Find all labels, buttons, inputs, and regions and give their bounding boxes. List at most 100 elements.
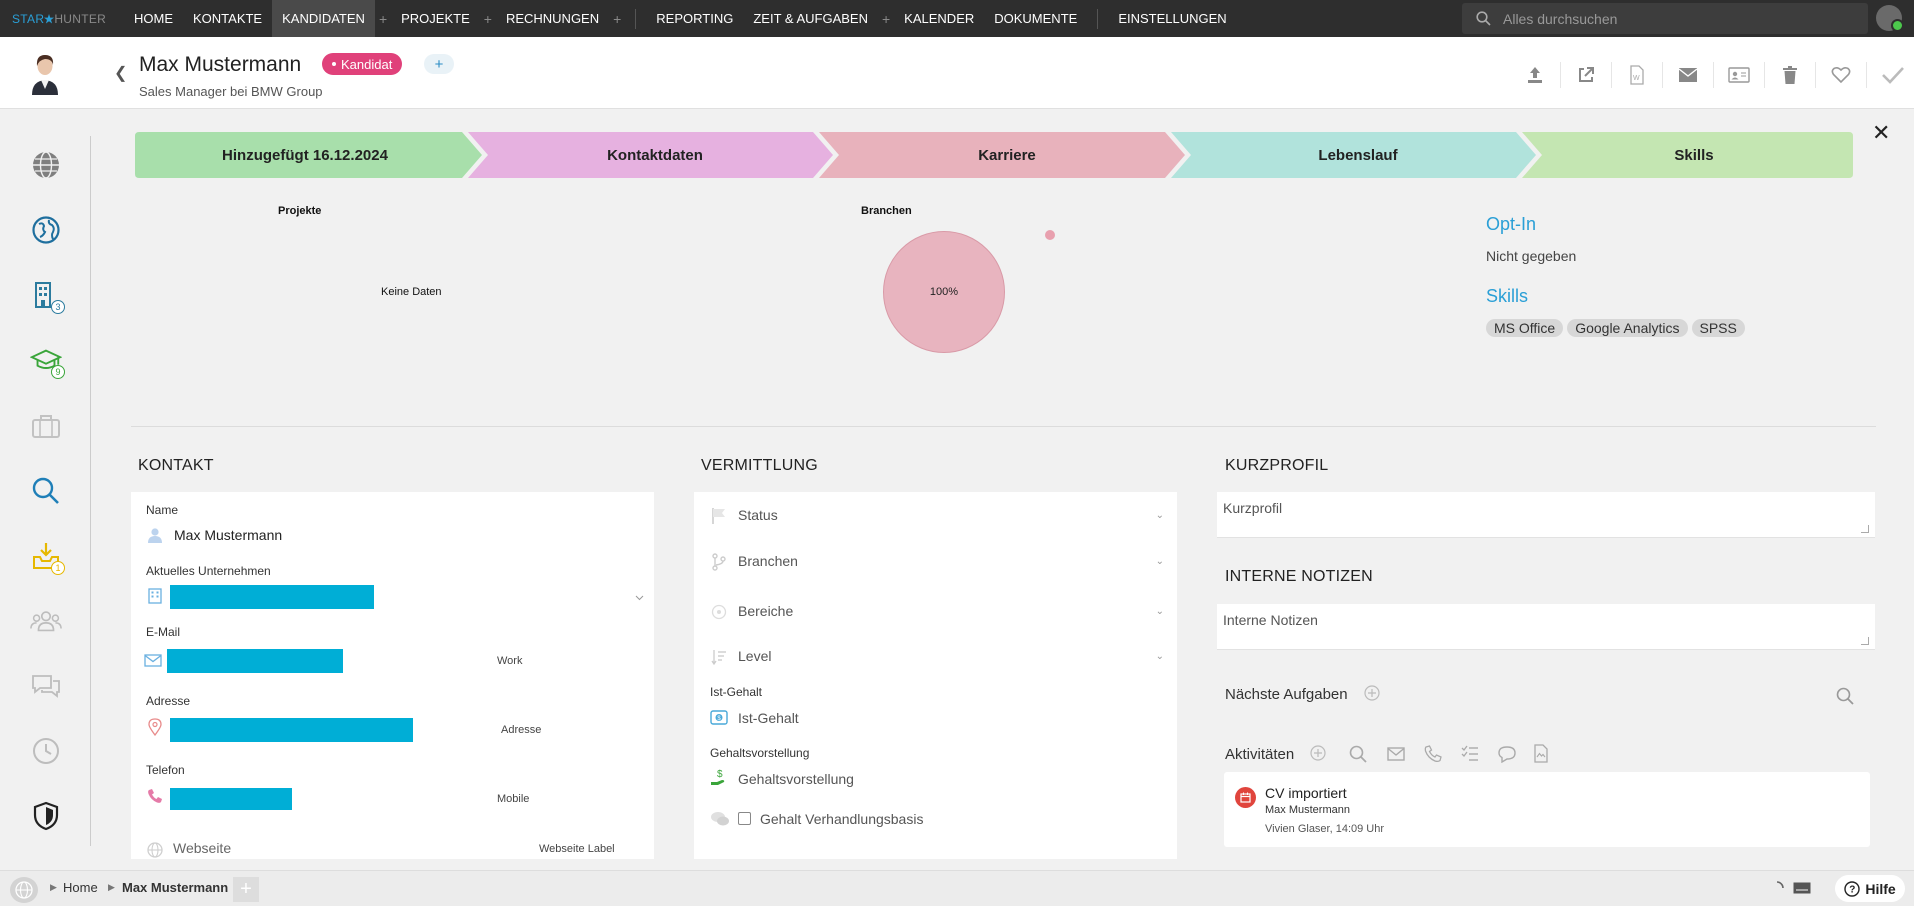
gehaltsvorstellung-label: Gehaltsvorstellung xyxy=(710,746,810,760)
email-value-redacted[interactable] xyxy=(167,649,343,673)
nav-rechnungen[interactable]: RECHNUNGEN xyxy=(496,0,609,37)
nav-kandidaten-add-icon[interactable]: + xyxy=(375,0,391,37)
upload-icon[interactable] xyxy=(1510,62,1561,88)
user-avatar[interactable] xyxy=(1876,5,1904,32)
verhandlungsbasis-checkbox[interactable] xyxy=(738,812,751,825)
nav-reporting[interactable]: REPORTING xyxy=(646,0,743,37)
company-value-redacted[interactable] xyxy=(170,585,374,609)
add-tag-button[interactable]: + xyxy=(424,54,454,74)
website-type[interactable]: Webseite Label xyxy=(539,843,615,855)
nav-divider xyxy=(635,8,637,29)
contact-card-icon[interactable] xyxy=(1714,62,1765,88)
document-activity-icon[interactable] xyxy=(1533,744,1549,763)
call-activity-icon[interactable] xyxy=(1424,745,1442,763)
heart-icon[interactable] xyxy=(1816,62,1867,88)
kurzprofil-textarea[interactable]: Kurzprofil xyxy=(1217,492,1875,538)
sidebar-item-world[interactable] xyxy=(30,214,62,246)
sidebar-item-education[interactable]: 9 xyxy=(30,344,65,379)
address-value-redacted[interactable] xyxy=(170,718,413,742)
tasklist-activity-icon[interactable] xyxy=(1461,745,1479,763)
website-input[interactable]: Webseite xyxy=(173,840,231,856)
address-type[interactable]: Adresse xyxy=(501,724,541,736)
comment-activity-icon[interactable] xyxy=(1498,745,1516,763)
help-button[interactable]: ? Hilfe xyxy=(1835,875,1905,902)
sidebar-item-imports[interactable]: 1 xyxy=(30,540,65,575)
resize-grip-icon[interactable] xyxy=(1861,637,1869,645)
search-activity-icon[interactable] xyxy=(1349,745,1367,763)
gehaltsvorstellung-input[interactable]: Gehaltsvorstellung xyxy=(738,771,854,787)
search-input[interactable] xyxy=(1503,10,1843,27)
branchen-dropdown[interactable]: Branchen ⌄ xyxy=(710,546,1172,578)
name-value[interactable]: Max Mustermann xyxy=(174,527,282,543)
skill-chip[interactable]: MS Office xyxy=(1486,319,1564,337)
candidate-photo[interactable] xyxy=(26,49,64,95)
nav-kandidaten[interactable]: KANDIDATEN xyxy=(272,0,375,37)
check-icon[interactable] xyxy=(1867,62,1914,88)
trash-icon[interactable] xyxy=(1765,62,1816,88)
sidebar-item-history[interactable] xyxy=(30,735,62,767)
status-badge[interactable]: Kandidat xyxy=(322,53,403,75)
person-icon xyxy=(146,526,164,544)
mail-icon[interactable] xyxy=(1663,62,1714,88)
sidebar-item-chat[interactable] xyxy=(30,670,62,702)
sidebar-item-jobs[interactable] xyxy=(30,410,62,442)
mail-icon xyxy=(144,651,162,669)
sidebar-item-search[interactable] xyxy=(30,475,62,507)
bereiche-dropdown[interactable]: Bereiche ⌄ xyxy=(710,596,1172,628)
sidebar-item-companies[interactable]: 3 xyxy=(30,279,65,314)
global-search[interactable] xyxy=(1462,3,1868,34)
branchen-dropdown-label: Branchen xyxy=(738,553,798,569)
step-karriere[interactable]: Karriere xyxy=(832,132,1182,178)
add-activity-icon[interactable] xyxy=(1310,745,1326,761)
app-logo[interactable]: STAR HUNTER xyxy=(12,12,124,26)
resize-grip-icon[interactable] xyxy=(1861,525,1869,533)
phone-type[interactable]: Mobile xyxy=(497,793,529,805)
ist-gehalt-input[interactable]: Ist-Gehalt xyxy=(738,710,799,726)
nav-rechnungen-add-icon[interactable]: + xyxy=(609,0,625,37)
notizen-textarea[interactable]: Interne Notizen xyxy=(1217,604,1875,650)
record-header: ❮ Max Mustermann Kandidat + Sales Manage… xyxy=(0,37,1914,109)
breadcrumb-current[interactable]: Max Mustermann xyxy=(122,880,228,895)
external-link-icon[interactable] xyxy=(1561,62,1612,88)
breadcrumb-home[interactable]: Home xyxy=(63,880,98,895)
mail-activity-icon[interactable] xyxy=(1387,747,1405,761)
address-label: Adresse xyxy=(146,694,191,708)
search-tasks-icon[interactable] xyxy=(1836,687,1854,705)
step-kontaktdaten[interactable]: Kontaktdaten xyxy=(480,132,830,178)
sidebar-item-people[interactable] xyxy=(30,605,62,637)
activity-item[interactable]: CV importiert Max Mustermann Vivien Glas… xyxy=(1224,772,1870,847)
nav-zeit-aufgaben[interactable]: ZEIT & AUFGABEN xyxy=(743,0,878,37)
negotiation-chat-icon xyxy=(711,812,729,826)
nav-home[interactable]: HOME xyxy=(124,0,183,37)
step-lebenslauf[interactable]: Lebenslauf xyxy=(1183,132,1533,178)
status-dropdown[interactable]: Status ⌄ xyxy=(710,500,1172,532)
phone-value-redacted[interactable] xyxy=(170,788,292,810)
level-dropdown[interactable]: Level ⌄ xyxy=(710,641,1172,673)
step-hinzugefuegt[interactable]: Hinzugefügt 16.12.2024 xyxy=(135,132,475,178)
step-skills[interactable]: Skills xyxy=(1535,132,1853,178)
close-icon[interactable]: ✕ xyxy=(1872,120,1890,146)
activity-person[interactable]: Max Mustermann xyxy=(1265,804,1350,816)
phone-icon xyxy=(146,787,164,805)
add-tab-button[interactable]: + xyxy=(233,877,259,902)
sidebar-item-privacy[interactable] xyxy=(30,800,62,832)
sidebar-item-overview[interactable] xyxy=(30,149,62,181)
skill-chip[interactable]: SPSS xyxy=(1691,319,1745,337)
nav-zeit-add-icon[interactable]: + xyxy=(878,0,894,37)
back-chevron-icon[interactable]: ❮ xyxy=(114,63,127,83)
skill-chip[interactable]: Google Analytics xyxy=(1567,319,1688,337)
keyboard-icon[interactable] xyxy=(1793,882,1811,894)
nav-kontakte[interactable]: KONTAKTE xyxy=(183,0,272,37)
email-type[interactable]: Work xyxy=(497,655,522,667)
nav-einstellungen[interactable]: EINSTELLUNGEN xyxy=(1108,0,1236,37)
chevron-down-icon[interactable] xyxy=(630,589,648,607)
add-task-icon[interactable] xyxy=(1364,685,1380,701)
globe-icon[interactable] xyxy=(10,877,38,903)
nav-kalender[interactable]: KALENDER xyxy=(894,0,984,37)
word-export-icon[interactable]: W xyxy=(1612,62,1663,88)
pie-slice[interactable]: 100% xyxy=(883,231,1005,353)
nav-projekte[interactable]: PROJEKTE xyxy=(391,0,480,37)
nav-projekte-add-icon[interactable]: + xyxy=(480,0,496,37)
nav-dokumente[interactable]: DOKUMENTE xyxy=(984,0,1087,37)
calendar-icon xyxy=(1235,787,1256,808)
